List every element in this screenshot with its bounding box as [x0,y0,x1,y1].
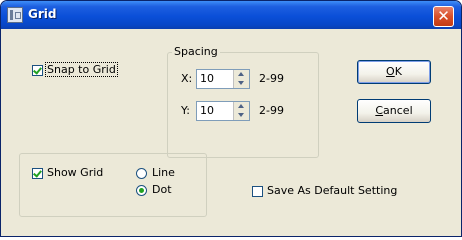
spin-down-arrow-icon[interactable] [238,113,244,117]
dialog-body: Snap to Grid Spacing X: 10 2-99 Y: 10 2-… [1,29,461,236]
spacing-x-value[interactable]: 10 [200,72,214,85]
line-radio-label[interactable]: Line [152,166,175,179]
cancel-mnemonic: C [375,104,384,117]
show-grid-group [19,153,207,217]
save-default-checkbox[interactable] [252,186,263,197]
cancel-button[interactable]: Cancel [357,99,431,123]
snap-to-grid-checkbox[interactable] [32,65,43,76]
spacing-y-range: 2-99 [259,104,284,117]
spacing-y-spinner[interactable]: 10 [196,101,250,121]
close-icon: ✕ [437,7,450,25]
spin-up-arrow-icon[interactable] [238,72,244,76]
ok-button[interactable]: OK [357,60,431,84]
close-button[interactable]: ✕ [433,6,454,27]
spin-down-arrow-icon[interactable] [238,81,244,85]
save-default-label[interactable]: Save As Default Setting [267,184,397,197]
dot-radio[interactable] [136,185,147,196]
line-radio[interactable] [136,168,147,179]
spacing-y-spin-buttons[interactable] [233,102,249,120]
show-grid-checkbox[interactable] [32,168,43,179]
title-bar[interactable]: Grid ✕ [1,1,461,29]
spacing-group-title: Spacing [172,45,220,58]
grid-app-icon [7,7,23,23]
ok-label-rest: K [394,65,402,78]
show-grid-label[interactable]: Show Grid [47,166,103,179]
spacing-x-spin-buttons[interactable] [233,70,249,88]
grid-dialog: Grid ✕ Snap to Grid Spacing X: 10 2-99 Y… [0,0,462,237]
spacing-x-spinner[interactable]: 10 [196,69,250,89]
cancel-label-rest: ancel [383,104,413,117]
snap-to-grid-text: Snap to Grid [45,62,118,77]
dot-radio-label[interactable]: Dot [152,183,172,196]
spacing-y-label: Y: [181,104,190,117]
spacing-y-value[interactable]: 10 [200,104,214,117]
ok-mnemonic: O [386,65,395,78]
window-title: Grid [28,7,57,21]
snap-to-grid-label[interactable]: Snap to Grid [45,62,118,77]
spacing-x-label: X: [181,72,193,85]
spacing-x-range: 2-99 [259,72,284,85]
spin-up-arrow-icon[interactable] [238,104,244,108]
